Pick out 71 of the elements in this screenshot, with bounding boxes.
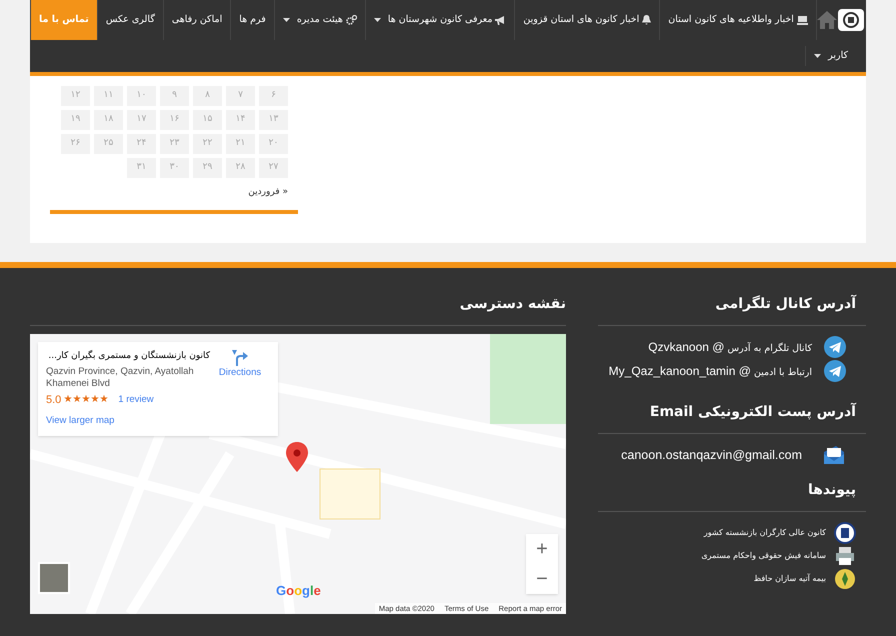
laptop-icon xyxy=(796,16,808,24)
calendar-day[interactable]: ۲۸ xyxy=(226,158,255,178)
telegram-icon[interactable] xyxy=(824,360,846,382)
nav-item[interactable]: هیئت مدیره xyxy=(274,0,365,40)
gears-icon xyxy=(346,15,357,25)
envelope-icon xyxy=(822,444,846,466)
calendar-day[interactable]: ۱۶ xyxy=(160,110,189,130)
section-heading: پیوندها xyxy=(598,480,866,512)
star-icon: ★ xyxy=(72,392,82,408)
emblem-icon xyxy=(834,522,856,544)
star-icon: ★ xyxy=(63,392,72,408)
star-icon: ★ xyxy=(81,392,90,408)
calendar-day[interactable]: ۲۳ xyxy=(160,134,189,154)
calendar-day[interactable]: ۳۰ xyxy=(160,158,189,178)
calendar-day[interactable]: ۲۶ xyxy=(61,134,90,154)
nav-item[interactable]: اخبار کانون های استان قزوین xyxy=(514,0,660,40)
badge-icon xyxy=(834,568,856,590)
nav-item[interactable]: اخبار واطلاعیه های کانون استان xyxy=(659,0,816,40)
map-pin-icon xyxy=(286,442,308,472)
previous-month-link[interactable]: « فروردین xyxy=(248,187,288,197)
footer-link[interactable]: کانون عالی کارگران بازنشسته کشور xyxy=(704,527,826,539)
zoom-out-button[interactable]: − xyxy=(526,564,558,594)
logo-icon[interactable] xyxy=(838,9,864,31)
calendar-day[interactable]: ۲۴ xyxy=(127,134,156,154)
calendar-day[interactable]: ۸ xyxy=(193,86,222,106)
calendar-day[interactable]: ۳۱ xyxy=(127,158,156,178)
reviews-link[interactable]: 1 review xyxy=(118,392,154,407)
satellite-thumbnail[interactable] xyxy=(38,562,70,594)
megaphone-icon xyxy=(495,16,506,24)
nav-item[interactable]: کاربر xyxy=(805,46,856,66)
calendar-day[interactable]: ۲۹ xyxy=(193,158,222,178)
calendar-day[interactable]: ۲۰ xyxy=(259,134,288,154)
rating-value: 5.0 xyxy=(46,392,62,408)
larger-map-link[interactable]: View larger map xyxy=(46,414,210,428)
calendar-day[interactable]: ۱۹ xyxy=(61,110,90,130)
calendar-day[interactable]: ۷ xyxy=(226,86,255,106)
star-icon: ★ xyxy=(90,392,100,408)
calendar-day[interactable]: ۱۴ xyxy=(226,110,255,130)
nav-item[interactable]: فرم ها xyxy=(230,0,274,40)
calendar-day[interactable]: ۱۲ xyxy=(61,86,90,106)
calendar-day[interactable]: ۱۱ xyxy=(94,86,123,106)
nav-item[interactable]: معرفی کانون شهرستان ها xyxy=(364,0,514,40)
footer-link[interactable]: سامانه فیش حقوقی واحکام مستمری xyxy=(701,550,826,562)
directions-link[interactable]: Directions xyxy=(210,350,270,428)
calendar-day[interactable]: ۲۵ xyxy=(94,134,123,154)
section-heading: آدرس کانال تلگرامی xyxy=(598,294,866,326)
star-icon: ★ xyxy=(99,392,108,408)
google-logo: Google xyxy=(276,582,321,600)
calendar-day[interactable]: ۹ xyxy=(160,86,189,106)
calendar-day[interactable]: ۲۲ xyxy=(193,134,222,154)
calendar-day[interactable]: ۱۰ xyxy=(127,86,156,106)
telegram-icon[interactable] xyxy=(824,336,846,358)
place-address: Qazvin Province, Qazvin, Ayatollah Khamenei Blvd xyxy=(46,366,195,390)
calendar-day[interactable]: ۱۷ xyxy=(127,110,156,130)
printer-icon xyxy=(834,547,856,565)
calendar-day[interactable]: ۱۸ xyxy=(94,110,123,130)
directions-icon xyxy=(232,350,248,366)
zoom-in-button[interactable]: + xyxy=(526,534,558,564)
calendar-day[interactable]: ۶ xyxy=(259,86,288,106)
calendar-day[interactable]: ۱۵ xyxy=(193,110,222,130)
home-icon[interactable] xyxy=(816,11,837,29)
section-heading: نقشه دسترسی xyxy=(30,294,566,326)
calendar-day[interactable]: ۲۱ xyxy=(226,134,255,154)
place-name: کانون بازنشستگان و مستمری بگیران کار... xyxy=(47,350,210,363)
calendar-day[interactable]: ۲۷ xyxy=(259,158,288,178)
nav-item[interactable]: تماس با ما xyxy=(30,0,97,40)
calendar-day[interactable]: ۱۳ xyxy=(259,110,288,130)
bell-icon xyxy=(642,15,652,25)
footer-link[interactable]: بیمه آتیه سازان حافظ xyxy=(754,573,826,585)
email-address[interactable]: canoon.ostanqazvin@gmail.com xyxy=(621,446,802,464)
nav-item[interactable]: اماکن رفاهی xyxy=(162,0,230,40)
